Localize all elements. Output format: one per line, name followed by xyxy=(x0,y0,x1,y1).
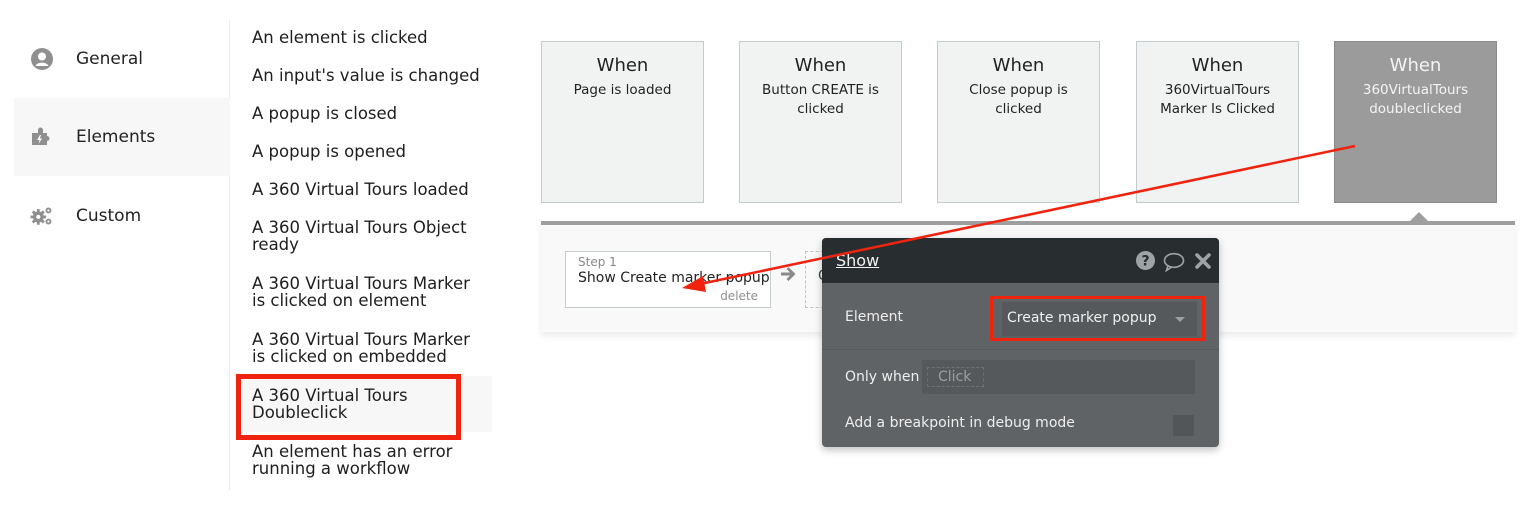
event-label: An input's value is changed xyxy=(252,66,480,85)
annotation-highlight-box xyxy=(236,374,461,440)
card-when: When xyxy=(992,55,1045,76)
sidebar-item-label: Elements xyxy=(76,127,156,147)
event-label: A 360 Virtual Tours Marker xyxy=(252,330,470,349)
breakpoint-label: Add a breakpoint in debug mode xyxy=(845,415,1075,431)
event-item[interactable]: A 360 Virtual Tours Marker is clicked on… xyxy=(238,275,492,309)
step-title: Show Create marker popup xyxy=(578,270,770,286)
card-when: When xyxy=(1191,55,1244,76)
event-item[interactable]: An input's value is changed xyxy=(238,67,492,84)
event-card-button-create[interactable]: When Button CREATE is clicked xyxy=(739,41,902,203)
event-label: is clicked on element xyxy=(252,291,427,310)
comment-icon[interactable] xyxy=(1163,252,1185,276)
event-label: ready xyxy=(252,235,299,254)
panel-title-link[interactable]: Show xyxy=(836,251,879,270)
event-label: is clicked on embedded xyxy=(252,347,447,366)
puzzle-lightning-icon xyxy=(30,125,54,149)
event-label: A 360 Virtual Tours Object xyxy=(252,218,467,237)
gears-icon xyxy=(30,204,54,228)
event-label: running a workflow xyxy=(252,459,411,478)
svg-text:?: ? xyxy=(1141,254,1149,270)
user-circle-icon xyxy=(30,47,54,71)
panel-header: Show ? xyxy=(822,238,1219,283)
breakpoint-checkbox[interactable] xyxy=(1173,415,1194,436)
step-delete-link[interactable]: delete xyxy=(720,289,758,303)
event-card-doubleclicked[interactable]: When 360VirtualTours doubleclicked xyxy=(1334,41,1497,203)
event-card-close-popup[interactable]: When Close popup is clicked xyxy=(937,41,1100,203)
event-item[interactable]: A 360 Virtual Tours Object ready xyxy=(238,219,492,253)
event-item[interactable]: A 360 Virtual Tours Marker is clicked on… xyxy=(238,331,492,365)
element-label: Element xyxy=(845,309,903,325)
card-description: 360VirtualTours doubleclicked xyxy=(1362,82,1469,117)
sidebar-item-label: General xyxy=(76,49,143,69)
event-label: A 360 Virtual Tours loaded xyxy=(252,180,469,199)
event-item[interactable]: A popup is closed xyxy=(238,105,492,122)
only-when-click-placeholder[interactable]: Click xyxy=(927,367,984,387)
help-icon[interactable]: ? xyxy=(1136,251,1155,274)
sidebar-item-label: Custom xyxy=(76,206,142,226)
only-when-label: Only when xyxy=(845,369,920,385)
card-when: When xyxy=(596,55,649,76)
active-card-caret xyxy=(1410,212,1428,221)
sidebar-item-elements[interactable]: Elements xyxy=(14,98,230,176)
event-card-marker-clicked[interactable]: When 360VirtualTours Marker Is Clicked xyxy=(1136,41,1299,203)
card-description: Close popup is clicked xyxy=(969,82,1068,117)
divider xyxy=(822,349,1219,350)
action-properties-panel: Show ? Element Create marker popup Only … xyxy=(822,238,1219,447)
event-label: An element has an error xyxy=(252,442,453,461)
card-when: When xyxy=(794,55,847,76)
annotation-highlight-dropdown xyxy=(990,296,1205,341)
close-icon[interactable] xyxy=(1195,253,1211,273)
step-card[interactable]: Step 1 Show Create marker popup delete xyxy=(565,251,771,308)
event-label: A popup is opened xyxy=(252,142,406,161)
event-item[interactable]: An element is clicked xyxy=(238,29,492,46)
event-item[interactable]: An element has an error running a workfl… xyxy=(238,443,492,477)
step-number: Step 1 xyxy=(578,255,617,269)
event-label: A 360 Virtual Tours Marker xyxy=(252,274,470,293)
arrow-right-icon xyxy=(779,265,797,287)
category-sidebar: General Elements Custom xyxy=(14,20,230,490)
event-label: An element is clicked xyxy=(252,28,428,47)
event-item[interactable]: A popup is opened xyxy=(238,143,492,160)
sidebar-item-custom[interactable]: Custom xyxy=(14,177,230,255)
event-card-page-loaded[interactable]: When Page is loaded xyxy=(541,41,704,203)
sidebar-item-general[interactable]: General xyxy=(14,20,230,98)
only-when-input[interactable]: Click xyxy=(922,360,1195,394)
card-description: 360VirtualTours Marker Is Clicked xyxy=(1160,82,1275,117)
event-label: A popup is closed xyxy=(252,104,398,123)
event-item[interactable]: A 360 Virtual Tours loaded xyxy=(238,181,492,198)
card-description: Button CREATE is clicked xyxy=(762,82,879,117)
card-when: When xyxy=(1389,55,1442,76)
card-description: Page is loaded xyxy=(573,82,672,98)
